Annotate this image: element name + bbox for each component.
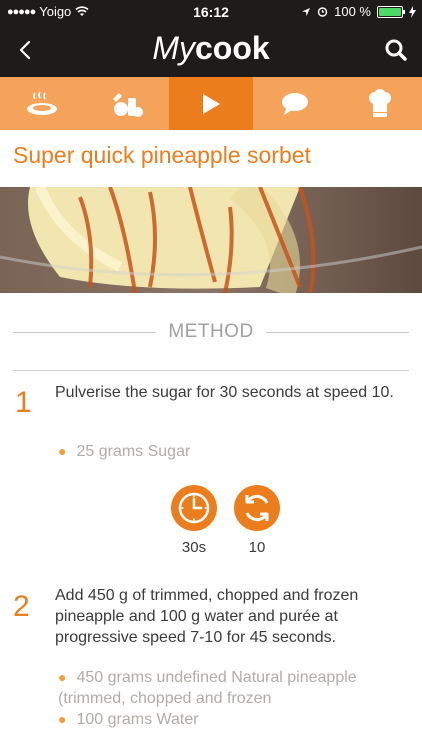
alarm-icon bbox=[317, 7, 328, 17]
tab-ingredients[interactable] bbox=[84, 77, 168, 130]
bullet-icon: ● bbox=[58, 443, 67, 459]
battery-icon bbox=[377, 5, 405, 18]
recipe-tab-bar bbox=[0, 77, 422, 130]
ingredient-item: ● 450 grams undefined Natural pineapple (… bbox=[58, 667, 398, 709]
tab-comments[interactable] bbox=[253, 77, 337, 130]
tab-method[interactable] bbox=[168, 77, 254, 130]
tab-overview[interactable] bbox=[0, 77, 84, 130]
charging-icon bbox=[409, 5, 416, 18]
chef-hat-icon bbox=[368, 88, 391, 117]
search-icon[interactable] bbox=[382, 36, 410, 64]
status-bar: ●●●●● Yoigo 16:12 100 % bbox=[0, 0, 422, 24]
battery-label: 100 % bbox=[334, 4, 371, 19]
recipe-photo bbox=[0, 187, 422, 293]
speed-icon bbox=[245, 494, 269, 522]
speed-setting: 10 bbox=[233, 485, 281, 556]
step-number: 2 bbox=[13, 590, 30, 623]
clock-icon bbox=[178, 492, 210, 524]
location-icon bbox=[302, 7, 311, 16]
nav-bar: Mycook bbox=[0, 24, 422, 77]
logo-my: My bbox=[152, 30, 195, 66]
step-text: Add 450 g of trimmed, chopped and frozen… bbox=[55, 587, 359, 646]
recipe-title: Super quick pineapple sorbet bbox=[13, 142, 311, 168]
bullet-icon: ● bbox=[58, 711, 67, 727]
ingredient-text: 450 grams undefined Natural pineapple (t… bbox=[58, 669, 357, 707]
time-setting: 30s bbox=[170, 485, 218, 556]
ingredient-text: 100 grams Water bbox=[76, 711, 199, 728]
time-value: 30s bbox=[181, 539, 207, 556]
comment-icon bbox=[282, 92, 309, 115]
step-number: 1 bbox=[15, 386, 32, 419]
app-logo: Mycook bbox=[0, 30, 422, 67]
play-icon bbox=[203, 93, 221, 114]
step-text: Pulverise the sugar for 30 seconds at sp… bbox=[55, 384, 394, 401]
ingredients-icon bbox=[112, 92, 143, 117]
app-header: ●●●●● Yoigo 16:12 100 % Mycook bbox=[0, 0, 422, 77]
plate-icon bbox=[27, 91, 58, 115]
ingredient-item: ● 25 grams Sugar bbox=[58, 441, 190, 462]
divider bbox=[13, 370, 409, 371]
method-divider: METHOD bbox=[13, 319, 410, 345]
ingredient-item: ● 100 grams Water bbox=[58, 709, 199, 730]
speed-value: 10 bbox=[248, 539, 266, 556]
bullet-icon: ● bbox=[58, 669, 67, 685]
logo-cook: cook bbox=[194, 30, 270, 66]
method-label: METHOD bbox=[168, 321, 254, 342]
tab-chef[interactable] bbox=[338, 77, 422, 130]
ingredient-text: 25 grams Sugar bbox=[76, 443, 191, 460]
